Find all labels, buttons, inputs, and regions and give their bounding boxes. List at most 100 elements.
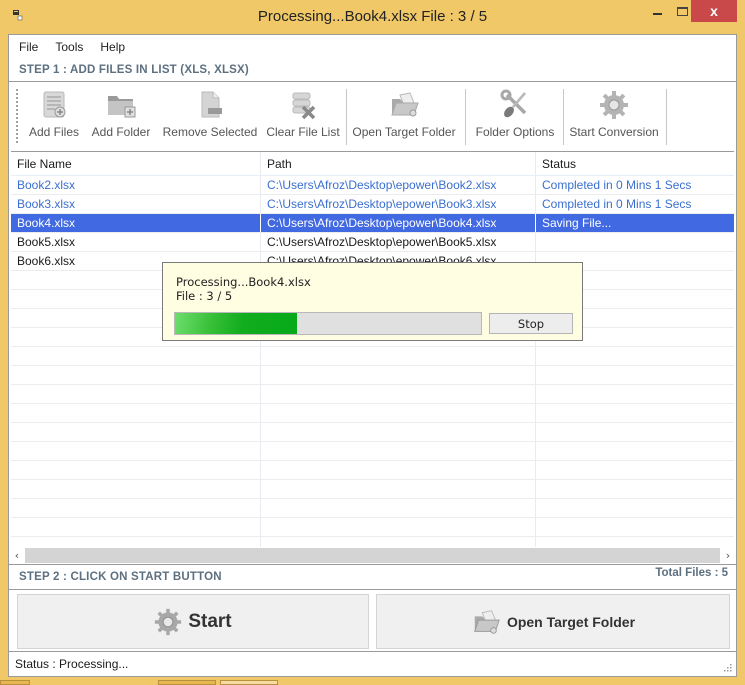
add-files-icon	[43, 91, 66, 118]
empty-cell	[536, 347, 734, 365]
file-list-table[interactable]: File Name Path Status Book2.xlsx C:\Users…	[11, 151, 734, 549]
cell-file-name: Book3.xlsx	[11, 195, 261, 213]
cell-path: C:\Users\Afroz\Desktop\epower\Book2.xlsx	[261, 176, 536, 194]
remove-selected-icon	[201, 91, 222, 118]
cell-file-name: Book2.xlsx	[11, 176, 261, 194]
divider	[9, 589, 736, 590]
empty-cell	[261, 366, 536, 384]
toolbar-divider	[465, 89, 466, 145]
empty-cell	[536, 461, 734, 479]
minimize-button[interactable]	[644, 0, 670, 22]
progress-dialog: Processing...Book4.xlsx File : 3 / 5 Sto…	[162, 262, 583, 341]
empty-cell	[536, 404, 734, 422]
empty-cell	[261, 499, 536, 517]
cell-file-name: Book4.xlsx	[11, 214, 261, 232]
table-row[interactable]: Book4.xlsx C:\Users\Afroz\Desktop\epower\…	[11, 214, 734, 233]
empty-cell	[261, 518, 536, 536]
add-files-button[interactable]: Add Files	[27, 87, 81, 147]
clear-list-icon	[292, 92, 316, 120]
open-target-folder-button[interactable]: Open Target Folder	[376, 594, 730, 649]
toolbar-divider	[666, 89, 667, 145]
scroll-right-arrow-icon[interactable]: ›	[720, 547, 736, 564]
progress-count-text: File : 3 / 5	[176, 289, 233, 303]
empty-cell	[11, 366, 261, 384]
open-target-folder-button-label: Open Target Folder	[506, 613, 636, 630]
total-files-count: Total Files : 5	[655, 567, 728, 579]
empty-cell	[261, 442, 536, 460]
window-title: Processing...Book4.xlsx File : 3 / 5	[257, 8, 488, 25]
cell-status	[536, 233, 734, 251]
stop-label: Stop	[517, 316, 545, 331]
table-row[interactable]: Book5.xlsx C:\Users\Afroz\Desktop\epower\…	[11, 233, 734, 252]
empty-row	[11, 347, 734, 366]
open-target-folder-label: Open Target Folder	[352, 125, 456, 139]
start-conversion-button[interactable]: Start Conversion	[567, 87, 661, 147]
resize-grip-icon[interactable]	[724, 664, 732, 672]
empty-row	[11, 366, 734, 385]
empty-row	[11, 461, 734, 480]
cell-status: Saving File...	[542, 216, 612, 230]
empty-cell	[261, 480, 536, 498]
main-window: File Tools Help STEP 1 : ADD FILES IN LI…	[8, 34, 737, 677]
table-row[interactable]: Book3.xlsx C:\Users\Afroz\Desktop\epower\…	[11, 195, 734, 214]
folder-options-button[interactable]: Folder Options	[471, 87, 559, 147]
remove-selected-button[interactable]: Remove Selected	[161, 87, 259, 147]
menu-help[interactable]: Help	[100, 40, 125, 54]
progress-bar	[174, 312, 482, 335]
add-files-label: Add Files	[28, 125, 80, 139]
divider	[9, 564, 736, 565]
clear-file-list-button[interactable]: Clear File List	[265, 87, 341, 147]
add-folder-button[interactable]: Add Folder	[89, 87, 153, 147]
empty-cell	[261, 347, 536, 365]
start-conversion-label: Start Conversion	[569, 125, 659, 139]
open-target-folder-toolbar-button[interactable]: Open Target Folder	[351, 87, 457, 147]
toolbar-grip[interactable]	[16, 89, 18, 143]
step1-label: STEP 1 : ADD FILES IN LIST (XLS, XLSX)	[19, 64, 249, 76]
remove-selected-label: Remove Selected	[162, 125, 258, 139]
empty-cell	[11, 499, 261, 517]
column-header-status[interactable]: Status	[536, 152, 734, 175]
open-folder-icon	[474, 609, 500, 634]
empty-cell	[536, 442, 734, 460]
empty-cell	[536, 499, 734, 517]
cell-file-name: Book5.xlsx	[11, 233, 261, 251]
empty-row	[11, 518, 734, 537]
toolbar: Add Files Add Folder Remove Selected Cle…	[9, 83, 736, 149]
empty-cell	[261, 385, 536, 403]
close-icon: x	[710, 3, 718, 19]
status-bar: Status : Processing...	[9, 652, 736, 676]
gear-icon	[155, 608, 182, 635]
horizontal-scrollbar[interactable]: ‹ ›	[9, 547, 736, 564]
empty-cell	[261, 423, 536, 441]
empty-row	[11, 385, 734, 404]
empty-cell	[11, 442, 261, 460]
gear-icon	[600, 91, 628, 119]
progress-bar-fill	[175, 313, 298, 334]
empty-cell	[11, 518, 261, 536]
empty-cell	[11, 423, 261, 441]
table-row[interactable]: Book2.xlsx C:\Users\Afroz\Desktop\epower\…	[11, 176, 734, 195]
title-bar: Processing...Book4.xlsx File : 3 / 5 x	[0, 0, 745, 34]
empty-row	[11, 442, 734, 461]
open-folder-icon	[391, 92, 419, 117]
column-header-path[interactable]: Path	[261, 152, 536, 175]
menu-bar: File Tools Help	[9, 35, 736, 59]
start-button[interactable]: Start	[17, 594, 369, 649]
empty-row	[11, 499, 734, 518]
menu-tools[interactable]: Tools	[55, 40, 83, 54]
close-button[interactable]: x	[691, 0, 737, 22]
add-folder-label: Add Folder	[91, 125, 151, 139]
empty-cell	[261, 404, 536, 422]
column-header-file-name[interactable]: File Name	[11, 152, 261, 175]
scroll-left-arrow-icon[interactable]: ‹	[9, 547, 25, 564]
clear-file-list-label: Clear File List	[266, 125, 340, 139]
menu-file[interactable]: File	[19, 40, 38, 54]
empty-row	[11, 404, 734, 423]
empty-row	[11, 480, 734, 499]
cell-status: Completed in 0 Mins 1 Secs	[542, 197, 692, 211]
folder-options-label: Folder Options	[475, 125, 555, 139]
stop-button[interactable]: Stop	[489, 313, 573, 334]
table-body: Book2.xlsx C:\Users\Afroz\Desktop\epower\…	[11, 176, 734, 549]
toolbar-divider	[346, 89, 347, 145]
scrollbar-track[interactable]	[25, 548, 720, 563]
